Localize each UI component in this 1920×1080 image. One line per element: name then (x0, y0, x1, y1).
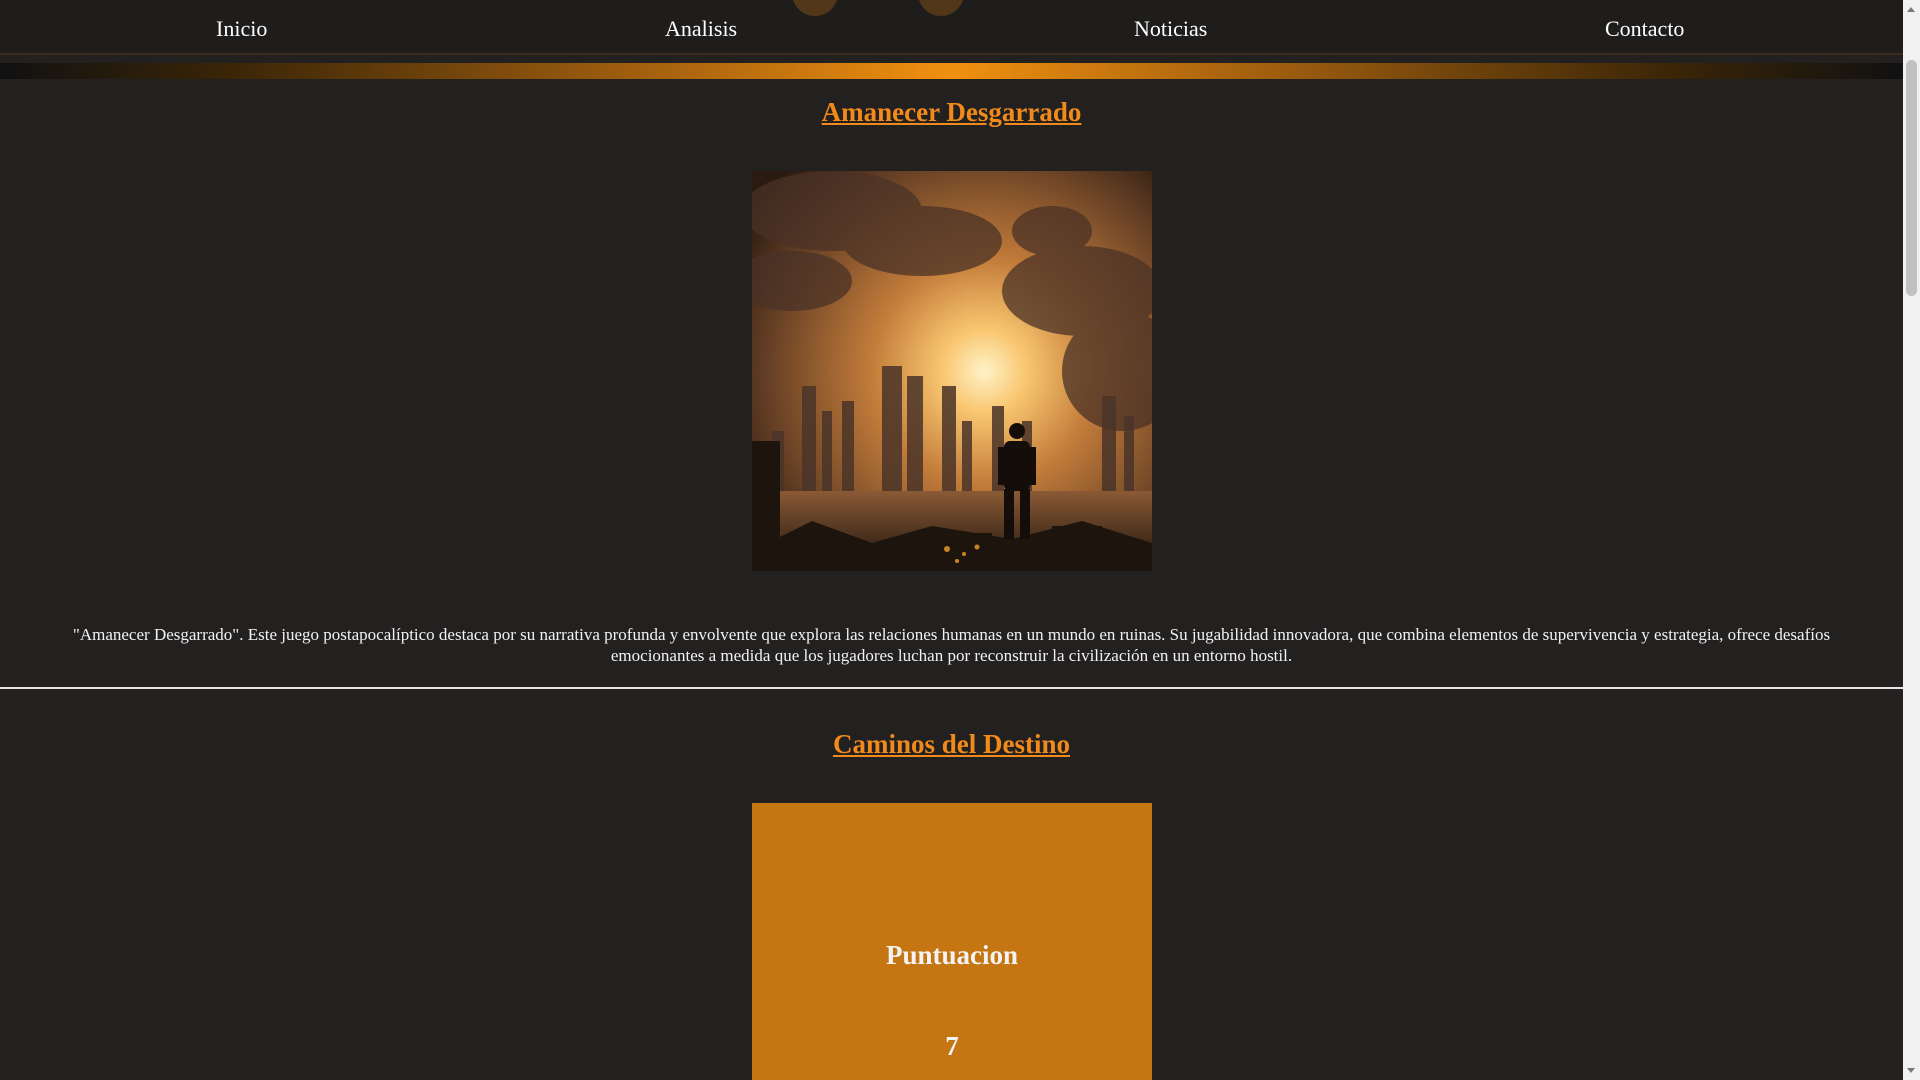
scroll-thumb[interactable] (1906, 60, 1917, 296)
top-navbar: Inicio Analisis Noticias Contacto (0, 0, 1903, 55)
game-cover-image (752, 171, 1152, 571)
article-title-amanecer[interactable]: Amanecer Desgarrado (0, 97, 1903, 128)
scroll-up-arrow-icon[interactable] (1907, 7, 1915, 12)
nav-link-analisis[interactable]: Analisis (665, 16, 737, 42)
nav-link-noticias[interactable]: Noticias (1134, 16, 1207, 42)
scroll-down-arrow-icon[interactable] (1907, 1068, 1915, 1073)
score-value: 7 (945, 1031, 959, 1061)
header-gradient-band (0, 63, 1903, 79)
logo-fragment-left (792, 0, 838, 16)
nav-link-inicio[interactable]: Inicio (216, 16, 267, 42)
logo-fragment-right (918, 0, 964, 16)
score-card: Puntuacion 7 (752, 803, 1152, 1080)
vertical-scrollbar[interactable] (1903, 0, 1920, 1080)
nav-link-contacto[interactable]: Contacto (1605, 16, 1684, 42)
page: Inicio Analisis Noticias Contacto Amanec… (0, 0, 1903, 1080)
article-description: "Amanecer Desgarrado". Este juego postap… (72, 625, 1831, 665)
article-title-caminos[interactable]: Caminos del Destino (0, 729, 1903, 760)
post-apocalyptic-city-illustration (752, 171, 1152, 571)
section-divider (0, 687, 1903, 689)
score-label: Puntuacion (885, 940, 1019, 970)
